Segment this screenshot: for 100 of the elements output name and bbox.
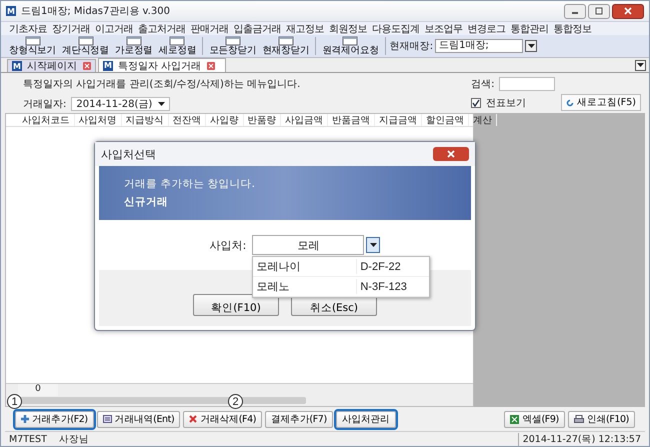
toolbar-button[interactable]: 세로정렬	[156, 36, 198, 56]
window-icon	[278, 36, 294, 46]
option-name[interactable]: 모레노	[253, 279, 358, 294]
toolbar-button[interactable]: 원격제어요청	[320, 36, 381, 56]
menu-item[interactable]: 입출금거래	[234, 22, 281, 36]
window-icon	[126, 36, 142, 46]
footer-cell: 0	[18, 384, 58, 396]
search-label: 검색:	[471, 78, 494, 91]
column-header[interactable]: 전잔액	[168, 114, 206, 126]
caret-icon	[637, 63, 644, 67]
action-button[interactable]: 거래삭제(F4)	[183, 410, 262, 428]
close-icon	[447, 150, 455, 158]
tab-label: 특정일자 사입거래	[118, 60, 202, 72]
plus-icon	[21, 415, 29, 423]
status-datetime: 2014-11-27(목) 12:13:57	[518, 432, 641, 446]
date-label: 거래일자:	[23, 98, 66, 111]
printer-icon	[574, 414, 584, 424]
close-icon[interactable]	[83, 62, 91, 70]
user-name: M7TEST	[9, 434, 47, 444]
option-code[interactable]: D-2F-22	[357, 260, 401, 272]
description-text: 특정일자의 사입거래를 관리(조회/수정/삭제)하는 메뉴입니다.	[23, 78, 300, 91]
option-name[interactable]: 모레나이	[253, 259, 358, 274]
toolbar-button[interactable]: 창형식보기	[7, 36, 58, 56]
column-header[interactable]: 사입처코드	[18, 114, 74, 126]
dialog-title: 사입처선택	[101, 146, 156, 162]
banner-text: 거래를 추가하는 창입니다.	[124, 177, 256, 191]
banner-title: 신규거래	[124, 195, 169, 209]
action-button[interactable]: 사입처관리	[336, 410, 396, 428]
action-button[interactable]: 거래추가(F2)	[15, 410, 94, 428]
menu-item[interactable]: 보조업무	[424, 22, 462, 36]
menu-item[interactable]: 재고정보	[286, 22, 324, 36]
action-button[interactable]: 인쇄(F10)	[568, 410, 635, 428]
refresh-button[interactable]: 새로고침(F5)	[561, 94, 641, 111]
field-label: 사입처:	[210, 238, 246, 252]
column-header[interactable]: 반품금액	[328, 114, 375, 126]
tab-logo: M	[12, 61, 22, 71]
refresh-icon	[566, 98, 574, 106]
window-icon	[224, 36, 241, 46]
menu-item[interactable]: 통합관리	[510, 22, 548, 36]
tab-list-button[interactable]	[635, 60, 646, 70]
menu-item[interactable]: 통합정보	[554, 22, 592, 36]
voucher-checkbox[interactable]	[471, 98, 482, 108]
maximize-button[interactable]	[588, 4, 610, 18]
maximize-icon	[595, 7, 603, 15]
user-role: 사장님	[58, 432, 89, 446]
minimize-button[interactable]	[564, 4, 586, 18]
caret-icon	[370, 243, 377, 247]
spreadsheet-icon	[510, 414, 520, 424]
app-logo: M	[6, 6, 16, 16]
action-button[interactable]: 엑셀(F9)	[504, 410, 565, 428]
option-code[interactable]: N-3F-123	[357, 280, 407, 292]
menu-item[interactable]: 다용도집계	[372, 22, 420, 36]
tab-logo: M	[103, 60, 113, 70]
menu-item[interactable]: 변경로그	[468, 22, 506, 36]
toolbar-button[interactable]: 가로정렬	[113, 36, 155, 56]
close-button[interactable]	[612, 4, 644, 18]
caret-icon	[158, 102, 166, 106]
confirm-button[interactable]: 확인(F10)	[193, 294, 279, 316]
window-title: 드림1매장; Midas7관리용 v.300	[21, 5, 170, 18]
step-number-tooltip: 1	[7, 394, 22, 409]
column-header[interactable]: 지급방식	[122, 114, 168, 126]
store-select[interactable]: 드림1매장;	[435, 39, 524, 53]
step-number-tooltip: 2	[228, 394, 243, 409]
tab-label: 시작페이지	[27, 60, 77, 73]
store-label: 현재매장:	[390, 40, 434, 53]
menu-item[interactable]: 기초자료	[9, 22, 47, 36]
window-icon	[78, 36, 94, 46]
close-icon[interactable]	[207, 62, 216, 70]
column-header[interactable]: 할인금액	[422, 114, 469, 126]
toolbar-button[interactable]: 계단식정렬	[60, 36, 112, 56]
column-header[interactable]: 반품량	[244, 114, 281, 126]
tab[interactable]: M 특정일자 사입거래	[98, 58, 226, 72]
menu-item[interactable]: 판매거래	[190, 22, 228, 36]
caret-icon	[528, 44, 535, 48]
window-icon	[342, 36, 358, 46]
checkbox-label: 전표보기	[486, 96, 526, 110]
column-header[interactable]: 지급금액	[375, 114, 422, 126]
action-button[interactable]: 결제추가(F7)	[265, 410, 333, 428]
action-button[interactable]: 거래내역(Ent)	[96, 410, 180, 428]
menu-item[interactable]: 장기거래	[52, 22, 90, 36]
delete-icon	[189, 415, 198, 423]
close-button[interactable]	[433, 147, 469, 161]
menu-item[interactable]: 이고거래	[95, 22, 133, 36]
search-field[interactable]	[499, 77, 556, 91]
dropdown-button[interactable]	[366, 237, 380, 253]
close-icon	[624, 7, 632, 15]
column-header[interactable]: 사입량	[206, 114, 244, 126]
column-header[interactable]: 사입금액	[281, 114, 328, 126]
toolbar-button[interactable]: 현재창닫기	[260, 36, 312, 56]
column-header[interactable]: 사입처명	[74, 114, 122, 126]
check-icon	[472, 98, 480, 106]
date-picker[interactable]: 2014-11-28(금)	[71, 97, 170, 111]
dropdown-button[interactable]	[525, 40, 538, 52]
window-icon	[169, 36, 186, 46]
menu-item[interactable]: 출고처거래	[138, 22, 186, 36]
combo-field[interactable]: 모레	[252, 235, 364, 255]
tab[interactable]: M 시작페이지	[7, 59, 96, 72]
menu-item[interactable]: 회원정보	[329, 22, 367, 36]
list-icon	[102, 415, 112, 423]
toolbar-button[interactable]: 모든창닫기	[207, 36, 258, 56]
